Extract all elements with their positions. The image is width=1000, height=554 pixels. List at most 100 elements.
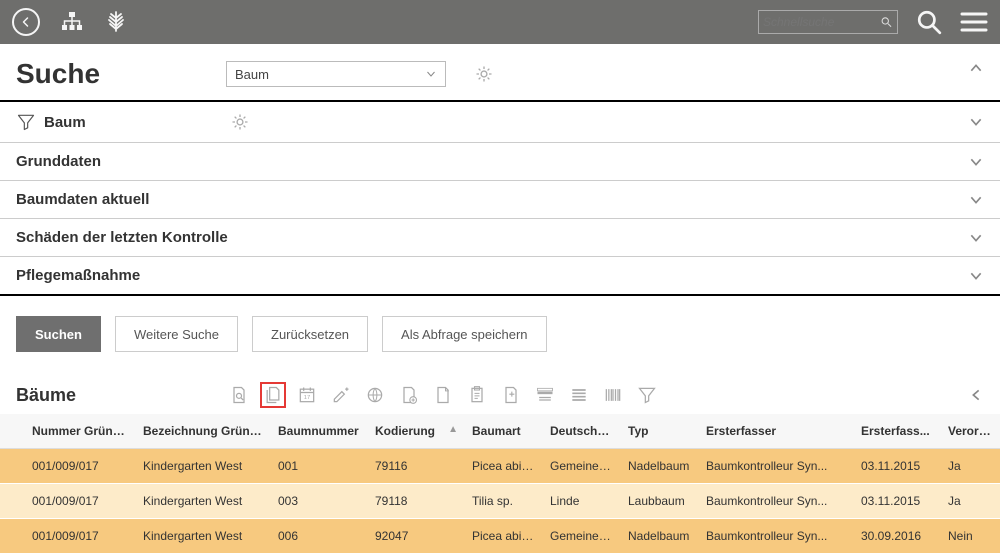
search-button[interactable]: Suchen <box>16 316 101 352</box>
cell-dn: Gemeine F... <box>542 449 620 484</box>
th-baumnummer[interactable]: Baumnummer <box>270 414 367 449</box>
cell-bez: Kindergarten West <box>135 519 270 554</box>
tb-doc[interactable] <box>430 382 456 408</box>
sitemap-button[interactable] <box>60 10 84 34</box>
cell-art: Picea abies <box>464 449 542 484</box>
topbar <box>0 0 1000 44</box>
chevron-down-icon <box>968 154 984 170</box>
magnifier-icon <box>916 9 942 35</box>
section-label: Grunddaten <box>16 153 101 170</box>
tree-button[interactable] <box>104 9 128 35</box>
chevron-up-icon <box>968 60 984 76</box>
cell-art: Tilia sp. <box>464 484 542 519</box>
cell-typ: Nadelbaum <box>620 519 698 554</box>
table-row[interactable]: 001/009/017Kindergarten West00379118Tili… <box>0 484 1000 519</box>
copy-icon <box>263 385 283 405</box>
cell-dn: Gemeine F... <box>542 519 620 554</box>
tb-list[interactable] <box>566 382 592 408</box>
search-settings-button[interactable] <box>474 64 494 84</box>
cell-kod: 92047 <box>367 519 464 554</box>
th-bezeichnung[interactable]: Bezeichnung Grünan...▽ <box>135 414 270 449</box>
section-schaeden[interactable]: Schäden der letzten Kontrolle <box>0 219 1000 257</box>
section-label: Pflegemaßnahme <box>16 267 140 284</box>
table-row[interactable]: 001/009/017Kindergarten West00179116Pice… <box>0 449 1000 484</box>
th-baumart[interactable]: Baumart <box>464 414 542 449</box>
cell-date: 03.11.2015 <box>853 484 940 519</box>
section-pflege[interactable]: Pflegemaßnahme <box>0 257 1000 296</box>
sitemap-icon <box>60 10 84 34</box>
tb-filter[interactable] <box>634 382 660 408</box>
chevron-down-icon <box>968 114 984 130</box>
tb-add-doc[interactable] <box>396 382 422 408</box>
more-search-button[interactable]: Weitere Suche <box>115 316 238 352</box>
cell-nummer: 001/009/017 <box>0 449 135 484</box>
section-expand-button[interactable] <box>968 192 984 208</box>
cell-erf: Baumkontrolleur Syn... <box>698 519 853 554</box>
list-icon <box>569 385 589 405</box>
tb-calendar[interactable]: 17 <box>294 382 320 408</box>
table-row[interactable]: 001/009/017Kindergarten West00692047Pice… <box>0 519 1000 554</box>
cell-bnum: 003 <box>270 484 367 519</box>
tb-globe[interactable] <box>362 382 388 408</box>
results-header: Bäume 17 <box>0 376 1000 414</box>
cell-kod: 79118 <box>367 484 464 519</box>
filter-row-baum[interactable]: Baum <box>0 102 1000 143</box>
cell-bnum: 001 <box>270 449 367 484</box>
table-icon <box>535 385 555 405</box>
quicksearch[interactable] <box>758 10 898 34</box>
cell-nummer: 001/009/017 <box>0 519 135 554</box>
cell-ver: Ja <box>940 449 1000 484</box>
doc-icon <box>433 385 453 405</box>
section-expand-button[interactable] <box>968 114 984 130</box>
section-label: Schäden der letzten Kontrolle <box>16 229 228 246</box>
topbar-right <box>758 9 988 35</box>
tree-icon <box>104 9 128 35</box>
svg-text:17: 17 <box>304 395 310 401</box>
tb-copy[interactable] <box>260 382 286 408</box>
filter-settings-button[interactable] <box>230 112 250 132</box>
search-type-value: Baum <box>235 67 269 82</box>
tb-clipboard[interactable] <box>464 382 490 408</box>
cell-date: 30.09.2016 <box>853 519 940 554</box>
doc-plus-icon <box>399 385 419 405</box>
gear-icon <box>474 64 494 84</box>
tb-doc-add2[interactable] <box>498 382 524 408</box>
quicksearch-input[interactable] <box>763 15 880 29</box>
th-typ[interactable]: Typ <box>620 414 698 449</box>
th-deutscher[interactable]: Deutscher ... <box>542 414 620 449</box>
section-expand-button[interactable] <box>968 268 984 284</box>
hamburger-icon <box>960 10 988 34</box>
table-header-row: Nummer Grünanlage Bezeichnung Grünan...▽… <box>0 414 1000 449</box>
action-buttons: Suchen Weitere Suche Zurücksetzen Als Ab… <box>0 296 1000 376</box>
tb-edit[interactable] <box>328 382 354 408</box>
cell-typ: Nadelbaum <box>620 449 698 484</box>
cell-kod: 79116 <box>367 449 464 484</box>
cell-erf: Baumkontrolleur Syn... <box>698 484 853 519</box>
th-nummer[interactable]: Nummer Grünanlage <box>0 414 135 449</box>
back-button[interactable] <box>12 8 40 36</box>
cell-ver: Ja <box>940 484 1000 519</box>
chevron-left-icon <box>968 387 984 403</box>
results-collapse-button[interactable] <box>968 387 984 403</box>
th-ersterfass[interactable]: Ersterfass... <box>853 414 940 449</box>
th-kodierung[interactable]: Kodierung▲ <box>367 414 464 449</box>
menu-button[interactable] <box>960 10 988 34</box>
section-expand-button[interactable] <box>968 230 984 246</box>
clipboard-icon <box>467 385 487 405</box>
save-query-button[interactable]: Als Abfrage speichern <box>382 316 546 352</box>
collapse-search-button[interactable] <box>968 60 984 76</box>
th-ersterfasser[interactable]: Ersterfasser <box>698 414 853 449</box>
page-title: Suche <box>16 58 226 90</box>
section-grunddaten[interactable]: Grunddaten <box>0 143 1000 181</box>
tb-inspect[interactable] <box>226 382 252 408</box>
th-verortet[interactable]: Verortet <box>940 414 1000 449</box>
reset-button[interactable]: Zurücksetzen <box>252 316 368 352</box>
tb-table[interactable] <box>532 382 558 408</box>
results-toolbar: 17 <box>226 382 660 408</box>
topbar-left <box>12 8 128 36</box>
section-baumdaten[interactable]: Baumdaten aktuell <box>0 181 1000 219</box>
advanced-search-button[interactable] <box>916 9 942 35</box>
section-expand-button[interactable] <box>968 154 984 170</box>
search-type-select[interactable]: Baum <box>226 61 446 87</box>
tb-barcode[interactable] <box>600 382 626 408</box>
